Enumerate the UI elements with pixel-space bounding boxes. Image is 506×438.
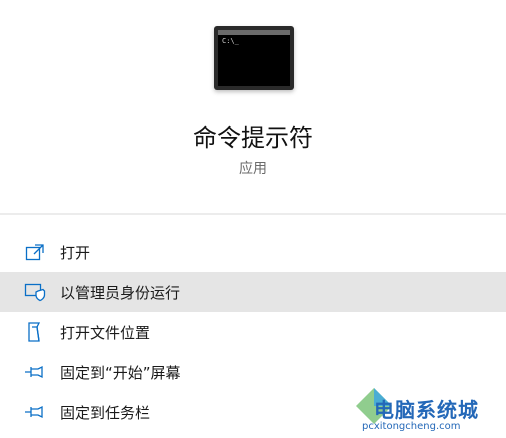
console-screen: C:\_	[218, 30, 290, 86]
menu-item-run-as-admin[interactable]: 以管理员身份运行	[0, 272, 506, 312]
divider	[0, 213, 506, 215]
menu-item-label: 以管理员身份运行	[60, 283, 181, 302]
file-location-icon	[24, 321, 46, 343]
command-prompt-icon: C:\_	[214, 26, 294, 90]
menu-item-label: 打开文件位置	[60, 323, 151, 342]
pin-icon	[24, 401, 46, 423]
app-type-label: 应用	[239, 161, 267, 177]
menu-item-open[interactable]: 打开	[0, 232, 506, 272]
run-as-admin-shield-icon	[24, 281, 46, 303]
open-external-icon	[24, 241, 46, 263]
menu-item-label: 固定到任务栏	[60, 403, 151, 422]
prompt-glyph: C:\_	[222, 37, 239, 45]
menu-item-label: 打开	[60, 243, 91, 262]
pin-icon	[24, 361, 46, 383]
site-watermark: 电脑系统城 pcxitongcheng.com	[352, 384, 506, 438]
watermark-text: 电脑系统城	[374, 398, 479, 422]
watermark-url: pcxitongcheng.com	[362, 421, 461, 432]
app-title: 命令提示符	[193, 124, 313, 152]
menu-item-label: 固定到“开始”屏幕	[60, 363, 181, 382]
menu-item-open-file-location[interactable]: 打开文件位置	[0, 312, 506, 352]
